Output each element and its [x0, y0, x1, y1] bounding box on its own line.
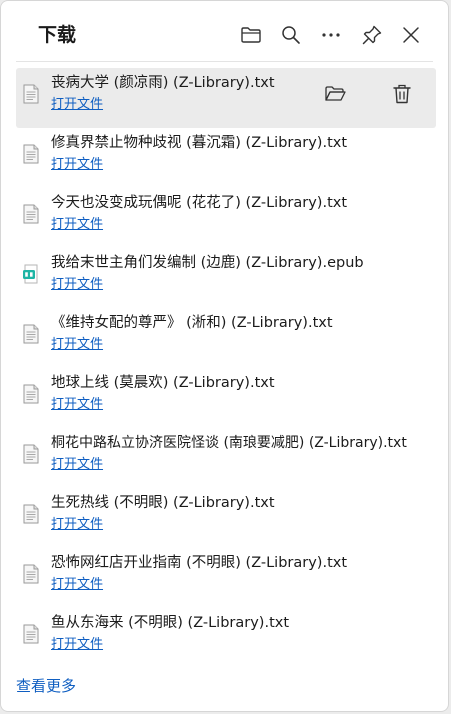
header-divider: [16, 61, 433, 62]
file-name: 生死热线 (不明眼) (Z-Library).txt: [51, 495, 275, 511]
text-file-icon: [23, 84, 39, 104]
show-in-folder-button[interactable]: [321, 80, 349, 108]
close-icon: [403, 27, 419, 43]
close-panel-button[interactable]: [397, 21, 425, 49]
open-file-link[interactable]: 打开文件: [51, 576, 103, 594]
open-file-link[interactable]: 打开文件: [51, 216, 103, 234]
text-file-icon: [23, 384, 39, 404]
open-file-link[interactable]: 打开文件: [51, 516, 103, 534]
file-name: 地球上线 (莫晨欢) (Z-Library).txt: [51, 375, 275, 391]
open-file-link[interactable]: 打开文件: [51, 336, 103, 354]
downloads-header: 下载: [1, 1, 448, 61]
more-options-button[interactable]: [317, 21, 345, 49]
download-item[interactable]: 今天也没变成玩偶呢 (花花了) (Z-Library).txt 打开文件: [16, 188, 436, 248]
panel-title: 下载: [38, 24, 77, 46]
open-file-link[interactable]: 打开文件: [51, 636, 103, 654]
download-item[interactable]: 丧病大学 (颜凉雨) (Z-Library).txt 打开文件: [16, 68, 436, 128]
file-name: 今天也没变成玩偶呢 (花花了) (Z-Library).txt: [51, 195, 348, 211]
text-file-icon: [23, 564, 39, 584]
text-file-icon: [23, 624, 39, 644]
folder-icon: [325, 86, 346, 101]
file-name: 丧病大学 (颜凉雨) (Z-Library).txt: [51, 75, 275, 91]
text-file-icon: [23, 324, 39, 344]
download-item[interactable]: 鱼从东海来 (不明眼) (Z-Library).txt 打开文件: [16, 608, 436, 668]
file-name: 恐怖网红店开业指南 (不明眼) (Z-Library).txt: [51, 555, 348, 571]
trash-icon: [393, 84, 411, 104]
folder-icon: [241, 27, 261, 43]
pin-panel-button[interactable]: [358, 21, 386, 49]
download-item[interactable]: 修真界禁止物种歧视 (暮沉霜) (Z-Library).txt 打开文件: [16, 128, 436, 188]
download-item[interactable]: 《维持女配的尊严》 (淅和) (Z-Library).txt 打开文件: [16, 308, 436, 368]
epub-file-icon: [23, 264, 38, 284]
pin-icon: [362, 25, 382, 45]
open-file-link[interactable]: 打开文件: [51, 276, 103, 294]
download-item[interactable]: 生死热线 (不明眼) (Z-Library).txt 打开文件: [16, 488, 436, 548]
open-file-link[interactable]: 打开文件: [51, 156, 103, 174]
file-name: 我给末世主角们发编制 (边鹿) (Z-Library).epub: [51, 255, 364, 271]
download-item[interactable]: 我给末世主角们发编制 (边鹿) (Z-Library).epub 打开文件: [16, 248, 436, 308]
download-list: 丧病大学 (颜凉雨) (Z-Library).txt 打开文件 修真界禁止物种歧…: [16, 68, 436, 668]
see-more-link[interactable]: 查看更多: [16, 676, 76, 696]
text-file-icon: [23, 204, 39, 224]
download-item[interactable]: 桐花中路私立协济医院怪谈 (南琅要减肥) (Z-Library).txt 打开文…: [16, 428, 436, 488]
open-file-link[interactable]: 打开文件: [51, 456, 103, 474]
file-name: 桐花中路私立协济医院怪谈 (南琅要减肥) (Z-Library).txt: [51, 435, 407, 451]
open-downloads-folder-button[interactable]: [237, 21, 265, 49]
search-downloads-button[interactable]: [277, 21, 305, 49]
search-icon: [282, 26, 300, 44]
file-name: 修真界禁止物种歧视 (暮沉霜) (Z-Library).txt: [51, 135, 348, 151]
more-dots-icon: [322, 33, 340, 37]
open-file-link[interactable]: 打开文件: [51, 396, 103, 414]
download-item[interactable]: 恐怖网红店开业指南 (不明眼) (Z-Library).txt 打开文件: [16, 548, 436, 608]
open-file-link[interactable]: 打开文件: [51, 96, 103, 114]
download-item[interactable]: 地球上线 (莫晨欢) (Z-Library).txt 打开文件: [16, 368, 436, 428]
downloads-panel: 下载 丧病大学 (颜凉雨) (Z-Library).txt 打开文件 修真界禁止…: [0, 0, 449, 712]
file-name: 《维持女配的尊严》 (淅和) (Z-Library).txt: [51, 315, 333, 331]
text-file-icon: [23, 504, 39, 524]
file-name: 鱼从东海来 (不明眼) (Z-Library).txt: [51, 615, 290, 631]
delete-file-button[interactable]: [388, 80, 416, 108]
text-file-icon: [23, 144, 39, 164]
text-file-icon: [23, 444, 39, 464]
